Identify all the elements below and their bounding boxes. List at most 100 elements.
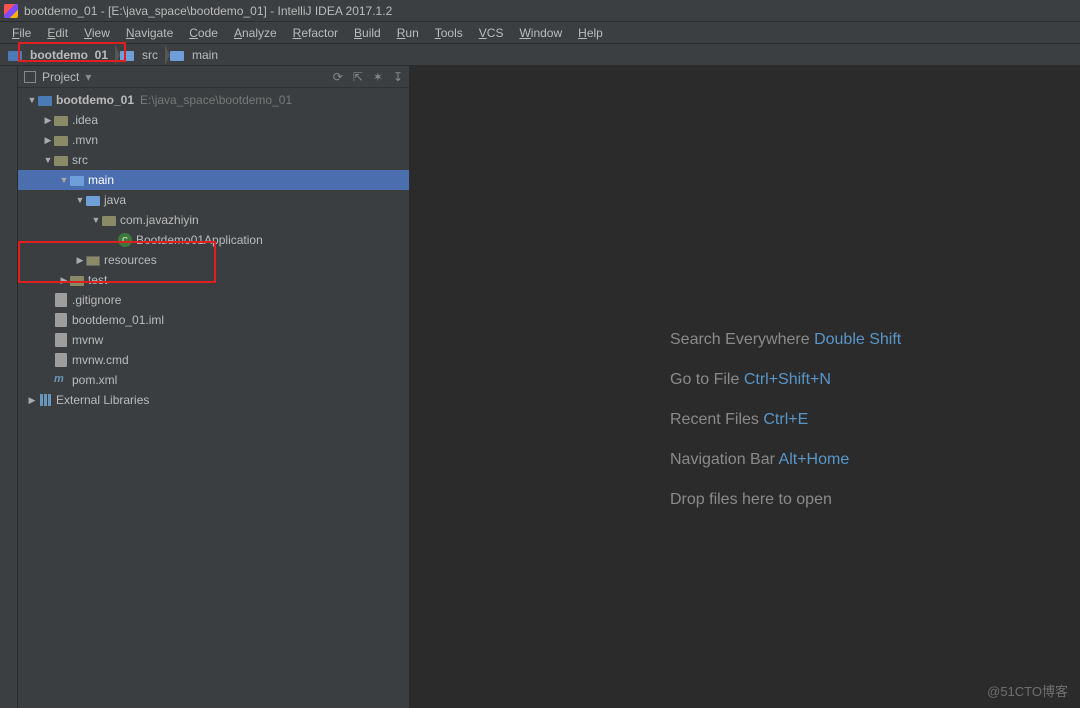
breadcrumb-bootdemo_01[interactable]: bootdemo_01 [4,47,116,63]
tree-node-mvnw-cmd[interactable]: mvnw.cmd [18,350,409,370]
tree-node-path: E:\java_space\bootdemo_01 [140,93,292,107]
tree-node-label: pom.xml [72,373,117,387]
file-icon [54,353,68,367]
tree-node-bootdemo-01-iml[interactable]: bootdemo_01.iml [18,310,409,330]
menu-analyze[interactable]: Analyze [228,24,283,42]
tree-node-bootdemo01application[interactable]: CBootdemo01Application [18,230,409,250]
tree-node-pom-xml[interactable]: m pom.xml [18,370,409,390]
menu-bar: FileEditViewNavigateCodeAnalyzeRefactorB… [0,22,1080,44]
module-icon [38,93,52,107]
welcome-hints: Search Everywhere Double ShiftGo to File… [670,320,901,520]
menu-view[interactable]: View [78,24,116,42]
menu-build[interactable]: Build [348,24,387,42]
tree-node-label: .mvn [72,133,98,147]
chevron-right-icon[interactable] [74,255,86,266]
chevron-down-icon[interactable] [26,95,38,105]
chevron-right-icon[interactable] [26,395,38,406]
hint-shortcut: Ctrl+E [763,411,808,428]
chevron-down-icon[interactable] [58,175,70,185]
hint-line: Go to File Ctrl+Shift+N [670,360,901,400]
hint-shortcut: Double Shift [814,331,901,348]
folder-icon [102,213,116,227]
tree-node-label: test [88,273,107,287]
project-tool-window: Project ▾ ⟳ ⇱ ✶ ↧ bootdemo_01 E:\java_space\… [18,66,410,708]
breadcrumb-src[interactable]: src [116,47,166,63]
tree-node-label: main [88,173,114,187]
file-icon [54,333,68,347]
tree-node--mvn[interactable]: .mvn [18,130,409,150]
tool-action-icon[interactable]: ⟳ [333,70,343,84]
menu-navigate[interactable]: Navigate [120,24,179,42]
watermark: @51CTO博客 [987,681,1068,700]
title-bar: bootdemo_01 - [E:\java_space\bootdemo_01… [0,0,1080,22]
tree-node-label: bootdemo_01.iml [72,313,164,327]
chevron-down-icon[interactable] [74,195,86,205]
tool-window-dropdown-icon[interactable]: ▾ [85,70,91,84]
editor-area[interactable]: Search Everywhere Double ShiftGo to File… [410,66,1080,708]
hint-line: Drop files here to open [670,480,901,520]
tree-node-resources[interactable]: resources [18,250,409,270]
chevron-down-icon[interactable] [90,215,102,225]
menu-code[interactable]: Code [183,24,224,42]
menu-window[interactable]: Window [513,24,568,42]
hint-label: Drop files here to open [670,491,832,508]
tool-action-icon[interactable]: ✶ [373,70,383,84]
folder-icon [120,48,134,62]
hint-line: Search Everywhere Double Shift [670,320,901,360]
tree-node-label: mvnw.cmd [72,353,129,367]
menu-help[interactable]: Help [572,24,609,42]
tool-window-icon [24,71,36,83]
maven-icon: m [54,373,68,387]
class-icon: C [118,233,132,247]
menu-file[interactable]: File [6,24,37,42]
tree-node-bootdemo-01[interactable]: bootdemo_01 E:\java_space\bootdemo_01 [18,90,409,110]
chevron-right-icon[interactable] [42,115,54,126]
tree-node-com-javazhiyin[interactable]: com.javazhiyin [18,210,409,230]
tree-node-src[interactable]: src [18,150,409,170]
project-tree[interactable]: bootdemo_01 E:\java_space\bootdemo_01 .ide… [18,88,409,708]
hint-line: Navigation Bar Alt+Home [670,440,901,480]
hint-shortcut: Ctrl+Shift+N [744,371,831,388]
tool-action-icon[interactable]: ↧ [393,70,403,84]
tree-node-mvnw[interactable]: mvnw [18,330,409,350]
tree-node-label: mvnw [72,333,103,347]
tool-window-header: Project ▾ ⟳ ⇱ ✶ ↧ [18,66,409,88]
tree-node-java[interactable]: java [18,190,409,210]
folder-icon [70,273,84,287]
tree-node-test[interactable]: test [18,270,409,290]
hint-label: Recent Files [670,411,763,428]
breadcrumb-main[interactable]: main [166,47,226,63]
tool-action-icon[interactable]: ⇱ [353,70,363,84]
chevron-right-icon[interactable] [58,275,70,286]
tree-node-label: resources [104,253,157,267]
hint-label: Go to File [670,371,744,388]
tree-node-external-libraries[interactable]: External Libraries [18,390,409,410]
hint-shortcut: Alt+Home [779,451,850,468]
menu-vcs[interactable]: VCS [473,24,510,42]
folder-icon [8,48,22,62]
chevron-down-icon[interactable] [42,155,54,165]
source-folder-icon [70,173,84,187]
file-icon [54,313,68,327]
tree-node-main[interactable]: main [18,170,409,190]
tree-node--idea[interactable]: .idea [18,110,409,130]
hint-label: Navigation Bar [670,451,779,468]
tree-node-label: .gitignore [72,293,121,307]
source-folder-icon [86,193,100,207]
libraries-icon [38,393,52,407]
hint-line: Recent Files Ctrl+E [670,400,901,440]
tree-node--gitignore[interactable]: .gitignore [18,290,409,310]
tool-window-title[interactable]: Project [42,70,79,84]
tree-node-label: External Libraries [56,393,149,407]
chevron-right-icon[interactable] [42,135,54,146]
hint-label: Search Everywhere [670,331,814,348]
menu-tools[interactable]: Tools [429,24,469,42]
tree-node-label: bootdemo_01 [56,93,134,107]
breadcrumb-label: main [192,48,218,62]
menu-run[interactable]: Run [391,24,425,42]
tool-window-strip[interactable] [0,66,18,708]
menu-refactor[interactable]: Refactor [287,24,344,42]
folder-icon [170,48,184,62]
resources-folder-icon [86,253,100,267]
menu-edit[interactable]: Edit [41,24,74,42]
